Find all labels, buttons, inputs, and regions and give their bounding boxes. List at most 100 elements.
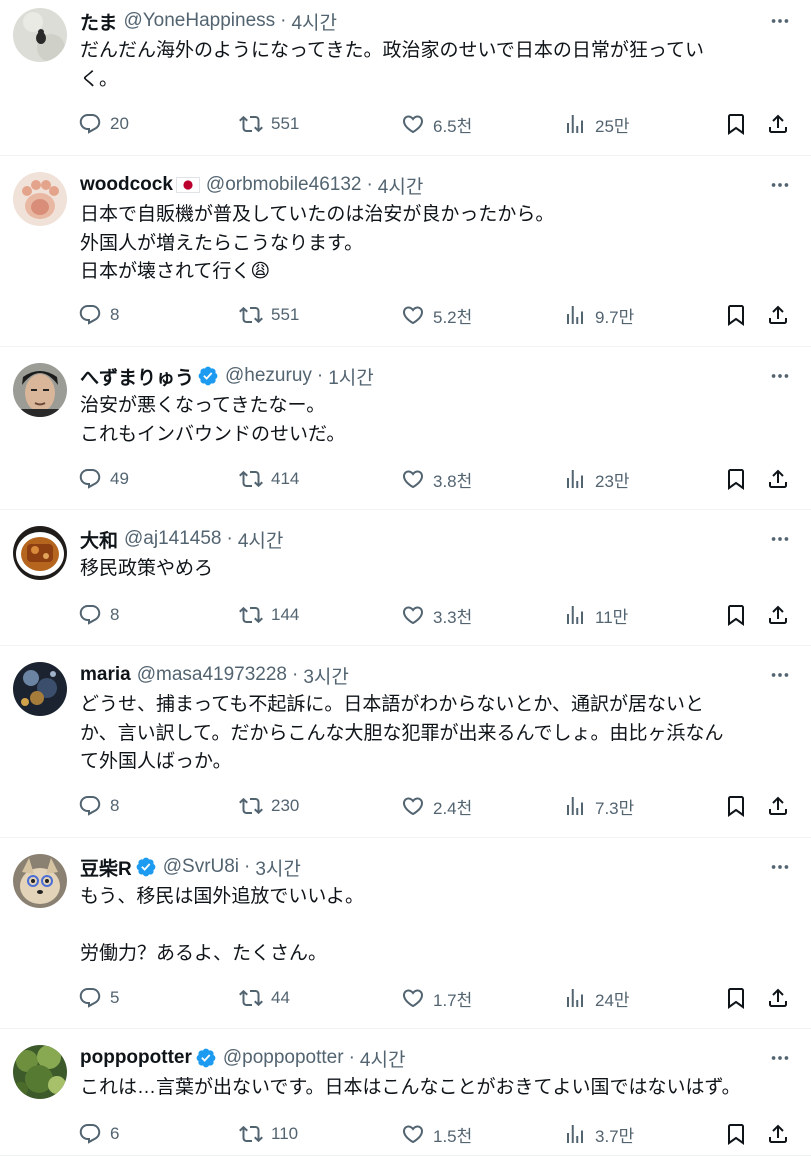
views-button[interactable]: 11만 — [563, 601, 628, 629]
share-button[interactable] — [766, 110, 790, 138]
display-name[interactable]: maria — [80, 664, 131, 686]
views-button[interactable]: 24만 — [563, 984, 630, 1012]
timestamp[interactable]: 4시간 — [378, 172, 424, 199]
retweet-button[interactable]: 110 — [239, 1120, 298, 1148]
views-button[interactable]: 9.7만 — [563, 301, 634, 329]
like-count: 1.5천 — [433, 1126, 473, 1146]
tweet[interactable]: maria @masa41973228 · 3시간 どうせ、捕まっても不起訴に。… — [0, 646, 811, 838]
reply-button[interactable]: 6 — [78, 1120, 119, 1148]
like-button[interactable]: 5.2천 — [401, 301, 472, 329]
bookmark-button[interactable] — [724, 792, 748, 820]
retweet-button[interactable]: 551 — [239, 301, 299, 329]
reply-count: 20 — [110, 114, 129, 133]
handle[interactable]: @SvrU8i — [163, 856, 239, 878]
display-name[interactable]: 大和 — [80, 526, 118, 553]
timestamp[interactable]: 1시간 — [328, 363, 374, 390]
handle[interactable]: @orbmobile46132 — [206, 174, 362, 196]
timestamp[interactable]: 4시간 — [360, 1045, 406, 1072]
tweet[interactable]: 大和 @aj141458 · 4시간 移民政策やめろ 8 144 3.3천 11… — [0, 510, 811, 646]
bookmark-button[interactable] — [724, 301, 748, 329]
share-button[interactable] — [766, 1120, 790, 1148]
retweet-button[interactable]: 551 — [239, 110, 299, 138]
share-button[interactable] — [766, 301, 790, 329]
like-count: 3.3천 — [433, 607, 473, 627]
retweet-button[interactable]: 230 — [239, 792, 299, 820]
bookmark-button[interactable] — [724, 110, 748, 138]
more-icon[interactable] — [769, 10, 791, 32]
views-icon — [563, 603, 595, 627]
reply-button[interactable]: 8 — [78, 792, 119, 820]
views-count: 23만 — [595, 471, 630, 491]
display-name[interactable]: たま — [80, 8, 117, 35]
like-button[interactable]: 3.3천 — [401, 601, 472, 629]
more-icon[interactable] — [769, 174, 791, 196]
avatar[interactable] — [13, 662, 67, 716]
share-button[interactable] — [766, 792, 790, 820]
like-button[interactable]: 1.5천 — [401, 1120, 472, 1148]
retweet-count: 551 — [271, 114, 300, 133]
tweet[interactable]: へずまりゅう @hezuruy · 1시간 治安が悪くなってきたなー。 これもイ… — [0, 347, 811, 510]
more-icon[interactable] — [769, 856, 791, 878]
more-icon[interactable] — [769, 365, 791, 387]
handle[interactable]: @YoneHappiness — [123, 10, 275, 32]
views-button[interactable]: 3.7만 — [563, 1120, 634, 1148]
display-name[interactable]: へずまりゅう — [80, 363, 194, 390]
bookmark-button[interactable] — [724, 1120, 748, 1148]
like-button[interactable]: 2.4천 — [401, 792, 472, 820]
avatar[interactable] — [13, 1045, 67, 1099]
views-icon — [563, 1122, 595, 1146]
views-button[interactable]: 23만 — [563, 465, 630, 493]
handle[interactable]: @masa41973228 — [137, 664, 287, 686]
tweet[interactable]: woodcock @orbmobile46132 · 4시간 日本で自販機が普及… — [0, 156, 811, 347]
bookmark-icon — [724, 303, 748, 327]
retweet-button[interactable]: 44 — [239, 984, 290, 1012]
timestamp[interactable]: 4시간 — [238, 526, 284, 553]
more-icon[interactable] — [769, 664, 791, 686]
tweet[interactable]: たま @YoneHappiness · 4시간 だんだん海外のようになってきた。… — [0, 0, 811, 156]
like-button[interactable]: 3.8천 — [401, 465, 472, 493]
like-button[interactable]: 6.5천 — [401, 110, 472, 138]
display-name[interactable]: poppopotter — [80, 1047, 192, 1069]
avatar[interactable] — [13, 854, 67, 908]
timestamp[interactable]: 4시간 — [291, 8, 337, 35]
retweet-button[interactable]: 414 — [239, 465, 299, 493]
handle[interactable]: @poppopotter — [223, 1047, 344, 1069]
display-name[interactable]: woodcock — [80, 174, 173, 196]
avatar[interactable] — [13, 363, 67, 417]
reply-button[interactable]: 49 — [78, 465, 129, 493]
retweet-button[interactable]: 144 — [239, 601, 299, 629]
tweet-actions: 20 551 6.5천 25만 — [78, 110, 791, 138]
display-name[interactable]: 豆柴R — [80, 854, 132, 881]
more-icon[interactable] — [769, 1047, 791, 1069]
views-button[interactable]: 7.3만 — [563, 792, 634, 820]
bookmark-button[interactable] — [724, 984, 748, 1012]
tweet[interactable]: poppopotter @poppopotter · 4시간 これは…言葉が出な… — [0, 1029, 811, 1156]
avatar[interactable] — [13, 8, 67, 62]
share-icon — [766, 1122, 790, 1146]
like-button[interactable]: 1.7천 — [401, 984, 472, 1012]
handle[interactable]: @aj141458 — [124, 528, 221, 550]
reply-button[interactable]: 5 — [78, 984, 119, 1012]
timestamp[interactable]: 3시간 — [255, 854, 301, 881]
reply-button[interactable]: 8 — [78, 301, 119, 329]
avatar[interactable] — [13, 526, 67, 580]
views-button[interactable]: 25만 — [563, 110, 630, 138]
avatar[interactable] — [13, 172, 67, 226]
timestamp[interactable]: 3시간 — [303, 662, 349, 689]
bookmark-button[interactable] — [724, 601, 748, 629]
retweet-icon — [239, 986, 271, 1010]
reply-button[interactable]: 8 — [78, 601, 119, 629]
tweet-header: へずまりゅう @hezuruy · 1시간 — [80, 363, 374, 389]
bookmark-button[interactable] — [724, 465, 748, 493]
views-count: 25만 — [595, 116, 630, 136]
tweet-text: これは…言葉が出ないです。日本はこんなことがおきてよい国ではないはず。 — [80, 1077, 741, 1098]
share-button[interactable] — [766, 465, 790, 493]
share-button[interactable] — [766, 984, 790, 1012]
reply-button[interactable]: 20 — [78, 110, 129, 138]
like-count: 6.5천 — [433, 116, 473, 136]
more-icon[interactable] — [769, 528, 791, 550]
tweet[interactable]: 豆柴R @SvrU8i · 3시간 もう、移民は国外追放でいいよ。 労働力？ある… — [0, 838, 811, 1029]
share-button[interactable] — [766, 601, 790, 629]
retweet-count: 551 — [271, 305, 300, 324]
handle[interactable]: @hezuruy — [225, 365, 312, 387]
